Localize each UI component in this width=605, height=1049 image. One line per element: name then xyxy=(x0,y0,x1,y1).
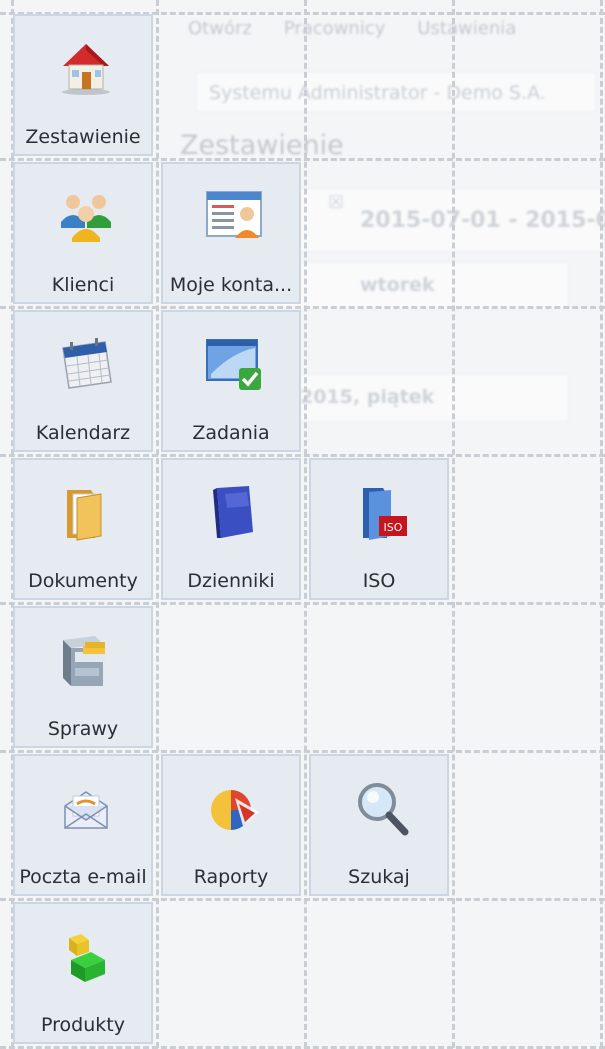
magnifier-icon xyxy=(358,783,409,836)
filing-cabinet-icon xyxy=(63,636,105,686)
tile-label: Kalendarz xyxy=(35,422,131,444)
day-label: 2015, piątek xyxy=(300,386,435,408)
page-title: Zestawienie xyxy=(180,130,344,161)
tile-iso[interactable]: ISO ISO xyxy=(309,458,449,600)
tile-label: Produkty xyxy=(41,1014,125,1036)
journal-book-icon xyxy=(213,486,253,538)
svg-text:ISO: ISO xyxy=(384,521,403,534)
tile-label: Poczta e-mail xyxy=(19,866,147,888)
tile-label: Szukaj xyxy=(348,866,410,888)
product-boxes-icon xyxy=(69,934,105,982)
tile-zadania[interactable]: Zadania xyxy=(161,310,301,452)
users-group-icon xyxy=(61,195,111,242)
email-envelope-icon xyxy=(64,791,108,829)
folder-documents-icon xyxy=(67,490,102,541)
tile-zestawienie[interactable]: Zestawienie xyxy=(13,14,153,156)
background-menu: Otwórz Pracownicy Ustawienia xyxy=(188,18,548,39)
tile-kalendarz[interactable]: Kalendarz xyxy=(13,310,153,452)
menu-item-open: Otwórz xyxy=(188,18,252,39)
tile-szukaj[interactable]: Szukaj xyxy=(309,754,449,896)
tile-dzienniki[interactable]: Dzienniki xyxy=(161,458,301,600)
tile-raporty[interactable]: Raporty xyxy=(161,754,301,896)
tile-label: Zestawienie xyxy=(25,126,141,148)
tile-produkty[interactable]: Produkty xyxy=(13,902,153,1044)
tile-moje-kontakty[interactable]: Moje konta... xyxy=(161,162,301,304)
iso-folder-icon: ISO xyxy=(363,488,407,540)
contact-card-icon xyxy=(206,191,262,238)
tile-klienci[interactable]: Klienci xyxy=(13,162,153,304)
task-window-check-icon xyxy=(206,339,261,390)
tile-sprawy[interactable]: Sprawy xyxy=(13,606,153,748)
tile-label: Klienci xyxy=(51,274,115,296)
day-label: wtorek xyxy=(360,274,435,296)
tile-dokumenty[interactable]: Dokumenty xyxy=(13,458,153,600)
close-icon: ☒ xyxy=(328,192,345,213)
tile-poczta-email[interactable]: Poczta e-mail xyxy=(13,754,153,896)
tile-label: Sprawy xyxy=(47,718,119,740)
calendar-icon xyxy=(62,338,112,389)
menu-item-settings: Ustawienia xyxy=(417,18,517,39)
pie-chart-icon xyxy=(211,790,259,830)
tile-label: ISO xyxy=(362,570,396,592)
user-company-field: Systemu Administrator - Demo S.A. xyxy=(196,72,596,112)
date-range-text: 2015-07-01 - 2015-07 xyxy=(360,208,605,233)
tile-label: Dzienniki xyxy=(187,570,275,592)
tile-label: Moje konta... xyxy=(169,274,293,296)
tile-label: Raporty xyxy=(193,866,269,888)
tile-label: Zadania xyxy=(192,422,270,444)
menu-item-employees: Pracownicy xyxy=(283,18,386,39)
tile-label: Dokumenty xyxy=(28,570,138,592)
house-icon xyxy=(62,44,110,95)
